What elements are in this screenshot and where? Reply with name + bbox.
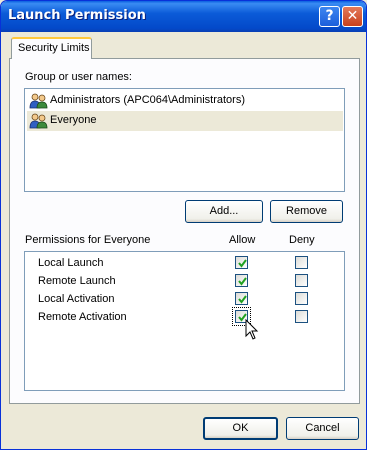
deny-checkbox-local-activation[interactable] [295, 292, 308, 305]
list-item-administrators[interactable]: Administrators (APC064\Administrators) [27, 91, 343, 111]
list-item-label: Everyone [50, 114, 97, 126]
checkmark-icon [238, 259, 247, 268]
help-icon: ? [325, 8, 334, 24]
allow-checkbox-remote-launch[interactable] [235, 274, 248, 287]
permissions-header: Permissions for Everyone [25, 234, 151, 246]
add-button[interactable]: Add... [185, 200, 263, 223]
perm-label-local-launch: Local Launch [38, 257, 104, 269]
allow-checkbox-local-launch[interactable] [235, 256, 248, 269]
remove-button[interactable]: Remove [270, 200, 343, 223]
deny-checkbox-remote-launch[interactable] [295, 274, 308, 287]
perm-label-remote-activation: Remote Activation [38, 311, 127, 323]
deny-column-header: Deny [289, 234, 315, 246]
list-item-everyone[interactable]: Everyone [27, 111, 343, 131]
close-icon: ✕ [346, 8, 359, 24]
cancel-button[interactable]: Cancel [286, 417, 359, 440]
ok-button[interactable]: OK [203, 417, 278, 440]
allow-column-header: Allow [229, 234, 256, 246]
perm-label-remote-launch: Remote Launch [38, 275, 116, 287]
tab-security-limits-label: Security Limits [18, 42, 90, 54]
title-bar[interactable]: Launch Permission ? ✕ [1, 1, 366, 32]
allow-checkbox-local-activation[interactable] [235, 292, 248, 305]
deny-checkbox-remote-activation[interactable] [295, 310, 308, 323]
group-user-listbox[interactable]: Administrators (APC064\Administrators) E… [24, 88, 345, 192]
users-group-icon [29, 113, 48, 129]
list-item-label: Administrators (APC064\Administrators) [50, 94, 246, 106]
checkmark-icon [238, 295, 247, 304]
close-button[interactable]: ✕ [342, 6, 363, 27]
launch-permission-dialog: Launch Permission ? ✕ Security Limits Gr… [0, 0, 367, 450]
mouse-cursor-icon [245, 319, 259, 340]
perm-label-local-activation: Local Activation [38, 293, 115, 305]
checkmark-icon [238, 277, 247, 286]
users-group-icon [29, 93, 48, 109]
help-button[interactable]: ? [319, 6, 340, 27]
deny-checkbox-local-launch[interactable] [295, 256, 308, 269]
tab-security-limits[interactable]: Security Limits [11, 37, 92, 59]
window-title: Launch Permission [8, 8, 146, 23]
group-names-label: Group or user names: [25, 71, 132, 83]
